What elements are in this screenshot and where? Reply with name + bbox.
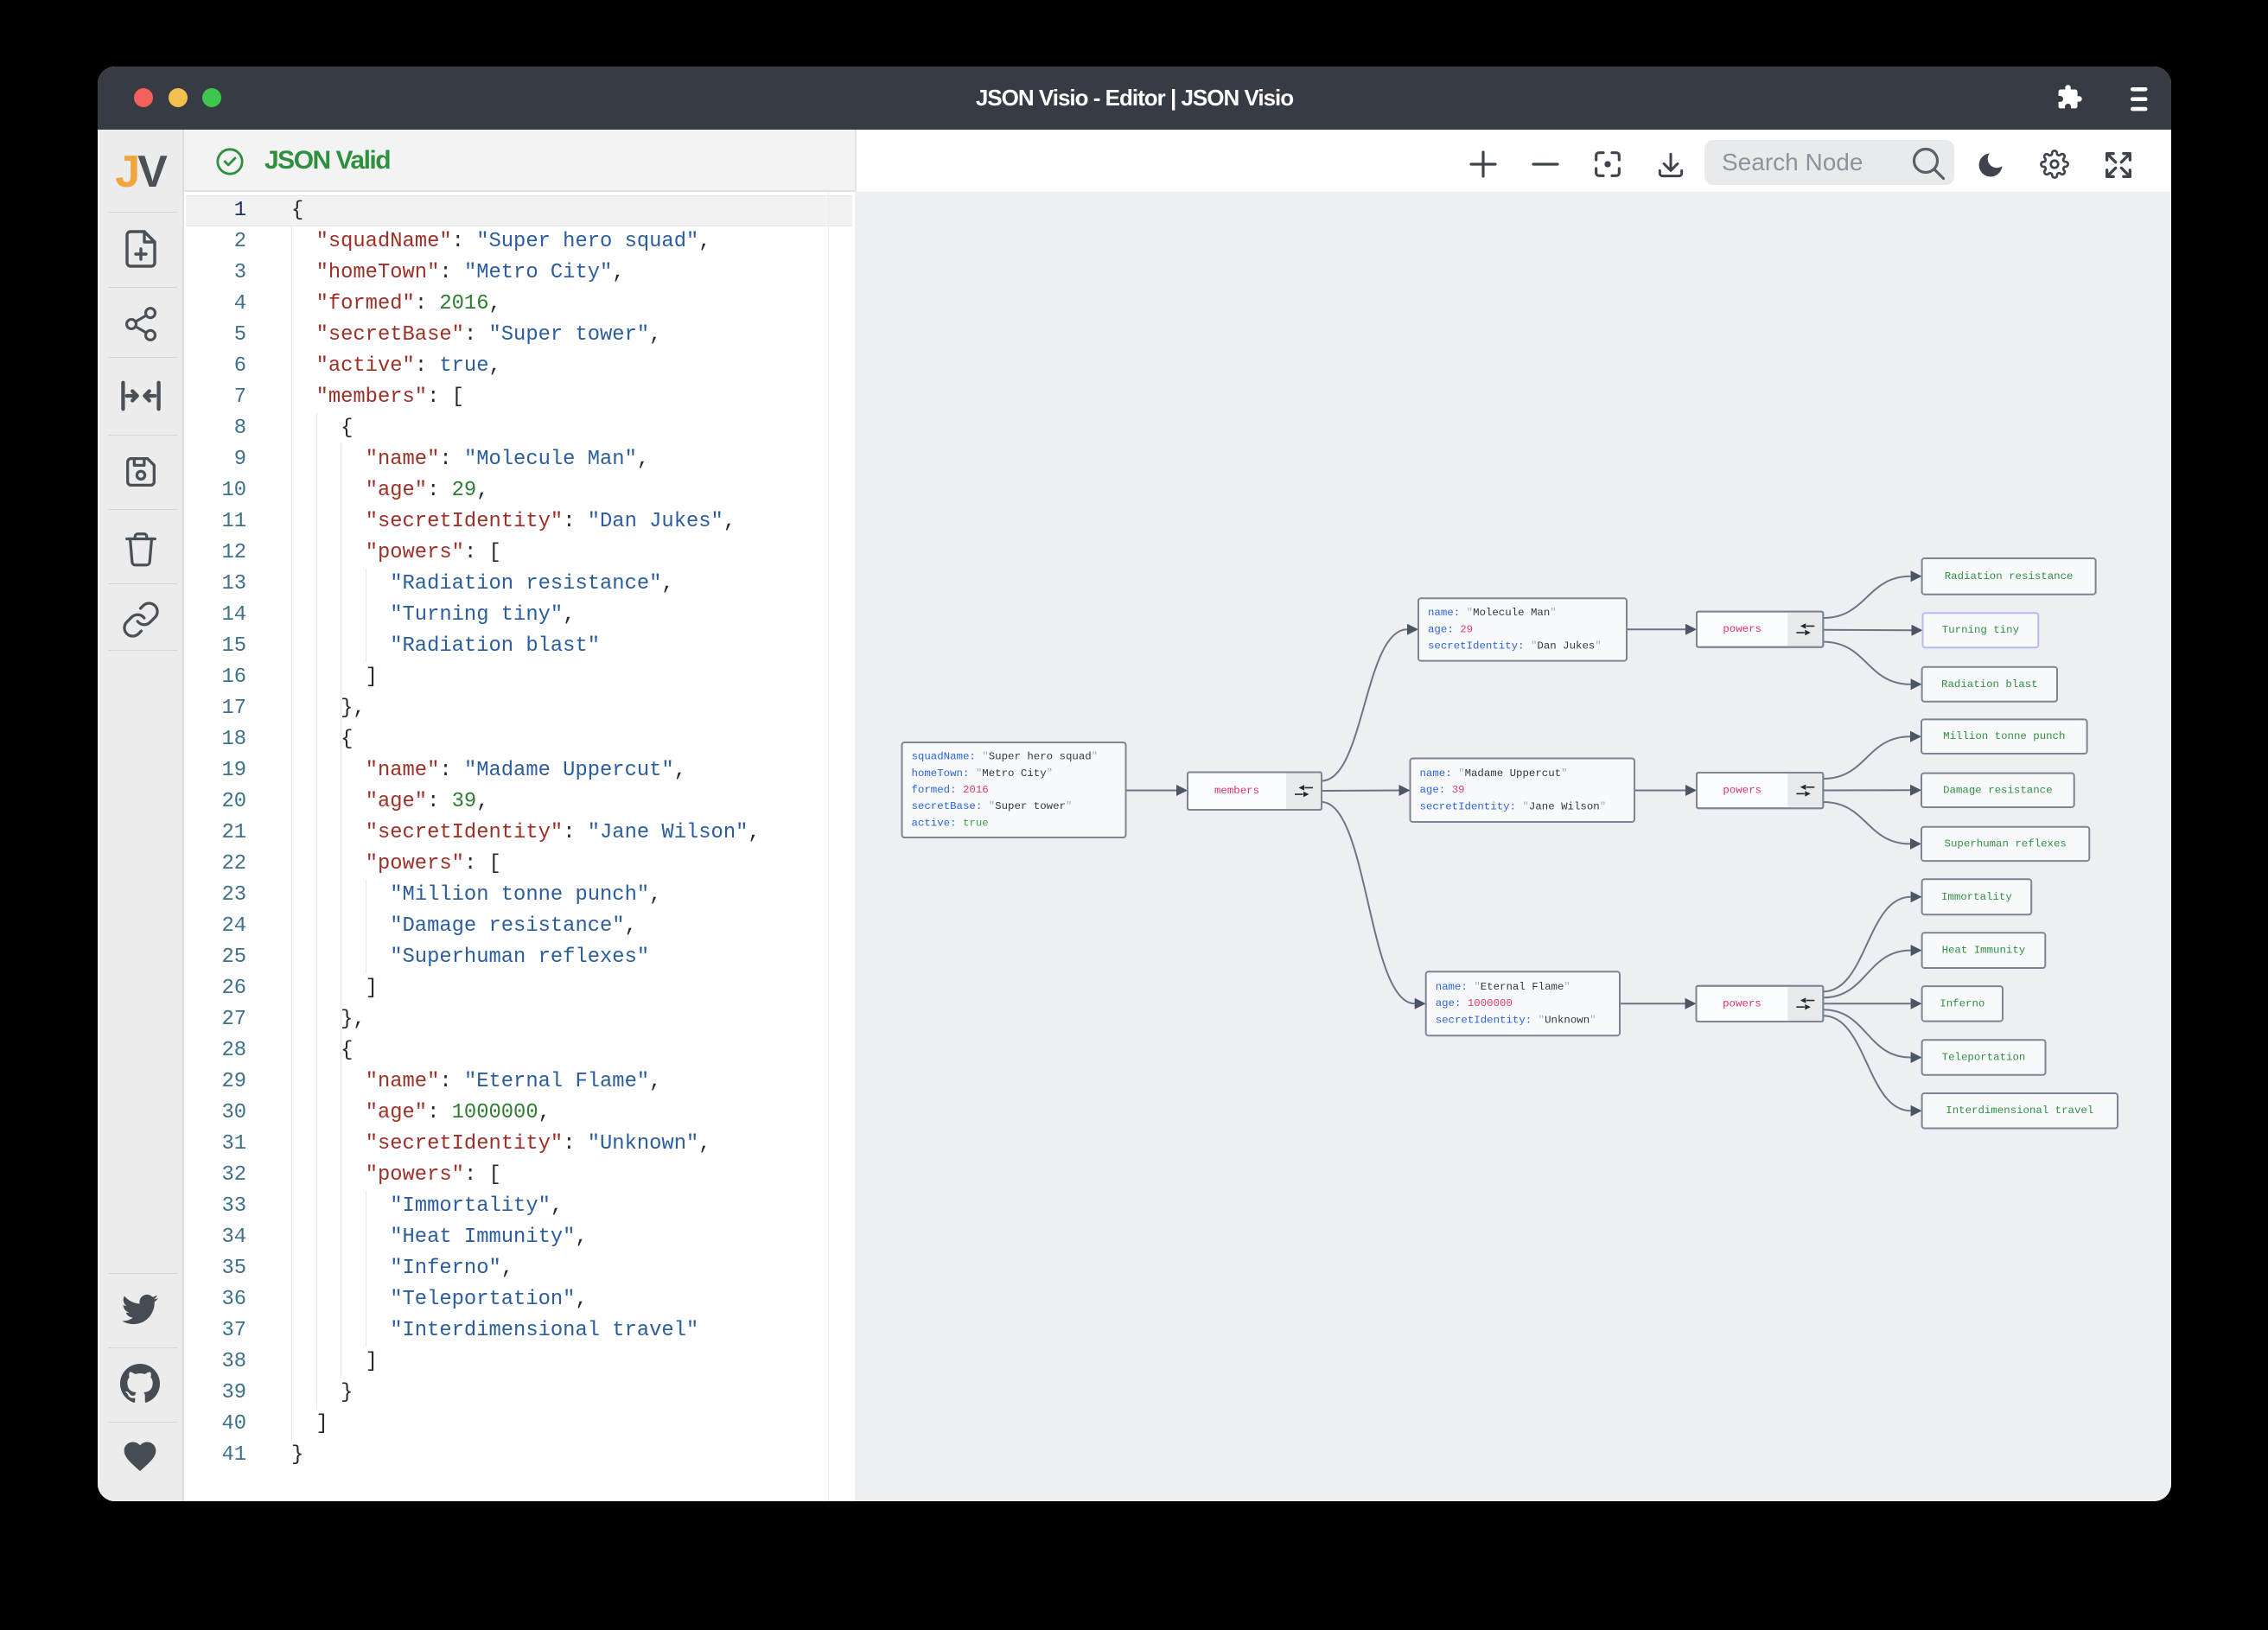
svg-text:name: "Molecule Man": name: "Molecule Man" [1428, 607, 1557, 619]
svg-text:Damage resistance: Damage resistance [1943, 784, 2052, 796]
svg-text:secretIdentity: "Unknown": secretIdentity: "Unknown" [1436, 1014, 1596, 1026]
svg-text:age: 1000000: age: 1000000 [1436, 997, 1513, 1009]
svg-text:active: true: active: true [912, 817, 989, 829]
svg-text:Turning tiny: Turning tiny [1942, 624, 2020, 636]
svg-text:Immortality: Immortality [1941, 891, 2012, 903]
svg-text:Radiation blast: Radiation blast [1941, 678, 2038, 691]
svg-text:secretIdentity: "Dan Jukes": secretIdentity: "Dan Jukes" [1428, 640, 1602, 653]
svg-text:squadName: "Super hero squad": squadName: "Super hero squad" [912, 751, 1099, 763]
svg-text:age: 39: age: 39 [1420, 784, 1465, 796]
svg-text:Teleportation: Teleportation [1942, 1052, 2026, 1064]
svg-text:powers: powers [1723, 997, 1762, 1009]
svg-text:Heat Immunity: Heat Immunity [1942, 945, 2026, 957]
svg-text:Radiation resistance: Radiation resistance [1945, 570, 2074, 583]
svg-text:name: "Eternal Flame": name: "Eternal Flame" [1436, 981, 1570, 993]
svg-text:formed: 2016: formed: 2016 [912, 784, 989, 796]
svg-text:secretIdentity: "Jane Wilson": secretIdentity: "Jane Wilson" [1420, 800, 1607, 812]
svg-text:powers: powers [1723, 785, 1762, 797]
svg-text:Million tonne punch: Million tonne punch [1943, 730, 2065, 742]
svg-text:Inferno: Inferno [1940, 997, 1984, 1009]
svg-text:secretBase: "Super tower": secretBase: "Super tower" [912, 800, 1073, 812]
svg-text:name: "Madame Uppercut": name: "Madame Uppercut" [1420, 767, 1568, 780]
svg-text:powers: powers [1723, 623, 1762, 635]
svg-text:Superhuman reflexes: Superhuman reflexes [1945, 837, 2067, 850]
svg-text:members: members [1214, 785, 1259, 797]
svg-text:Interdimensional travel: Interdimensional travel [1946, 1105, 2093, 1117]
svg-text:age: 29: age: 29 [1428, 623, 1473, 635]
svg-text:homeTown: "Metro City": homeTown: "Metro City" [912, 767, 1054, 780]
